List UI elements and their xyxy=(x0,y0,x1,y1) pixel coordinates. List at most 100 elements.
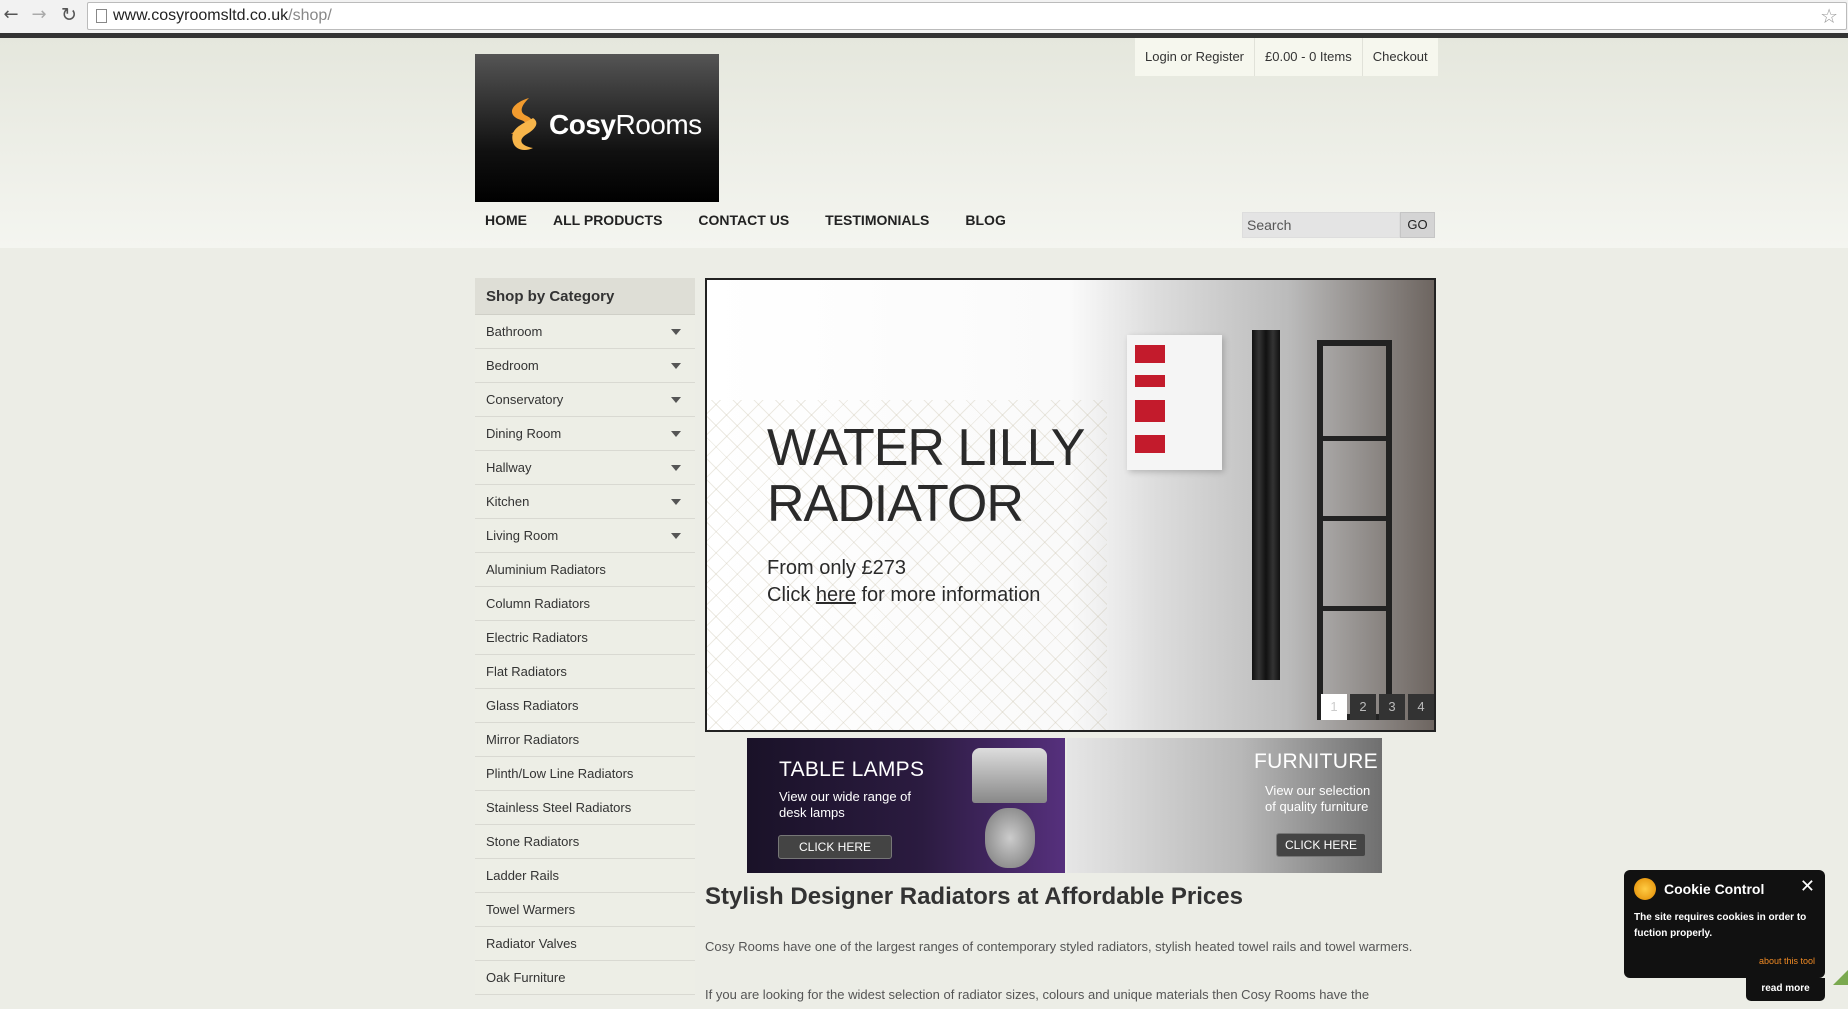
category-label: Towel Warmers xyxy=(486,902,576,917)
chevron-down-icon[interactable] xyxy=(671,431,681,437)
address-bar[interactable]: www.cosyroomsltd.co.uk/shop/ ☆ xyxy=(87,2,1847,30)
cookie-message: The site requires cookies in order to fu… xyxy=(1634,912,1807,939)
promo-furniture-button[interactable]: CLICK HERE xyxy=(1276,833,1366,857)
banner-shelf-image xyxy=(1317,340,1392,720)
category-item[interactable]: Living Room xyxy=(475,519,695,553)
nav-all-products[interactable]: ALL PRODUCTS xyxy=(543,212,662,228)
search-input[interactable]: Search xyxy=(1242,212,1400,238)
sidebar-title: Shop by Category xyxy=(475,278,695,315)
category-item[interactable]: Dining Room xyxy=(475,417,695,451)
banner-title: WATER LILLY RADIATOR xyxy=(767,419,1085,533)
category-label: Oak Furniture xyxy=(486,970,566,985)
category-item[interactable]: Flat Radiators xyxy=(475,655,695,689)
main-navigation: HOME ALL PRODUCTS CONTACT US TESTIMONIAL… xyxy=(475,212,1032,228)
back-arrow-icon[interactable]: ← xyxy=(0,4,22,26)
category-item[interactable]: Electric Radiators xyxy=(475,621,695,655)
corner-decoration xyxy=(1833,970,1848,985)
forward-arrow-icon[interactable]: → xyxy=(28,4,50,26)
category-label: Aluminium Radiators xyxy=(486,562,606,577)
nav-contact-us[interactable]: CONTACT US xyxy=(688,212,789,228)
category-label: Kitchen xyxy=(486,494,530,509)
browser-toolbar: ← → ↻ www.cosyroomsltd.co.uk/shop/ ☆ xyxy=(0,0,1848,34)
nav-home[interactable]: HOME xyxy=(475,212,527,228)
category-item[interactable]: Hallway xyxy=(475,451,695,485)
chevron-down-icon[interactable] xyxy=(671,465,681,471)
page-heading: Stylish Designer Radiators at Affordable… xyxy=(705,883,1243,910)
category-item[interactable]: Stone Radiators xyxy=(475,825,695,859)
category-item[interactable]: Stainless Steel Radiators xyxy=(475,791,695,825)
chevron-down-icon[interactable] xyxy=(671,329,681,335)
cookie-title: Cookie Control xyxy=(1664,881,1765,897)
chevron-down-icon[interactable] xyxy=(671,397,681,403)
category-label: Radiator Valves xyxy=(486,936,577,951)
flame-logo-icon xyxy=(511,98,537,150)
search-go-button[interactable]: GO xyxy=(1400,212,1435,238)
category-label: Conservatory xyxy=(486,392,564,407)
category-label: Bedroom xyxy=(486,358,539,373)
cookie-icon xyxy=(1634,878,1656,900)
intro-paragraph: Cosy Rooms have one of the largest range… xyxy=(705,939,1413,954)
promo-lamps-button[interactable]: CLICK HERE xyxy=(778,835,892,859)
category-item[interactable]: Ladder Rails xyxy=(475,859,695,893)
promo-furniture-text: View our selection of quality furniture xyxy=(1265,783,1371,814)
category-label: Stainless Steel Radiators xyxy=(486,800,632,815)
category-label: Column Radiators xyxy=(486,596,591,611)
reload-icon[interactable]: ↻ xyxy=(58,4,80,26)
category-label: Plinth/Low Line Radiators xyxy=(486,766,634,781)
promo-furniture[interactable]: FURNITURE View our selection of quality … xyxy=(1067,738,1382,873)
category-label: Flat Radiators xyxy=(486,664,567,679)
nav-blog[interactable]: BLOG xyxy=(955,212,1005,228)
second-paragraph: If you are looking for the widest select… xyxy=(705,987,1370,1002)
cart-summary-link[interactable]: £0.00 - 0 Items xyxy=(1255,38,1363,76)
slider-pagination: 1 2 3 4 xyxy=(1318,694,1434,720)
cookie-control-panel: Cookie Control ✕ The site requires cooki… xyxy=(1624,870,1825,978)
site-logo[interactable]: CosyRooms xyxy=(475,54,719,202)
promo-lamps-heading: TABLE LAMPS xyxy=(779,758,925,781)
slide-dot-4[interactable]: 4 xyxy=(1408,694,1434,720)
slide-dot-2[interactable]: 2 xyxy=(1350,694,1376,720)
category-item[interactable]: Radiator Valves xyxy=(475,927,695,961)
category-item[interactable]: Column Radiators xyxy=(475,587,695,621)
category-item[interactable]: Mirror Radiators xyxy=(475,723,695,757)
category-label: Bathroom xyxy=(486,324,543,339)
category-item[interactable]: Kitchen xyxy=(475,485,695,519)
category-item[interactable]: Plinth/Low Line Radiators xyxy=(475,757,695,791)
slide-dot-3[interactable]: 3 xyxy=(1379,694,1405,720)
url-host: www.cosyroomsltd.co.uk xyxy=(113,7,289,24)
checkout-link[interactable]: Checkout xyxy=(1363,38,1438,76)
promo-table-lamps[interactable]: TABLE LAMPS View our wide range of desk … xyxy=(747,738,1065,873)
banner-price: From only £273 xyxy=(767,557,906,579)
lamp-image xyxy=(972,748,1047,803)
cookie-read-more-button[interactable]: read more xyxy=(1746,978,1825,1001)
category-item[interactable]: Oak Furniture xyxy=(475,961,695,995)
cookie-about-link[interactable]: about this tool xyxy=(1759,956,1815,966)
chevron-down-icon[interactable] xyxy=(671,363,681,369)
chevron-down-icon[interactable] xyxy=(671,499,681,505)
category-label: Electric Radiators xyxy=(486,630,588,645)
category-label: Hallway xyxy=(486,460,532,475)
slide-dot-1[interactable]: 1 xyxy=(1321,694,1347,720)
bookmark-star-icon[interactable]: ☆ xyxy=(1820,3,1838,29)
category-item[interactable]: Towel Warmers xyxy=(475,893,695,927)
banner-here-link[interactable]: here xyxy=(816,584,856,606)
nav-testimonials[interactable]: TESTIMONIALS xyxy=(815,212,929,228)
category-label: Glass Radiators xyxy=(486,698,579,713)
close-icon[interactable]: ✕ xyxy=(1800,876,1815,897)
promo-lamps-text: View our wide range of desk lamps xyxy=(779,789,912,820)
category-item[interactable]: Glass Radiators xyxy=(475,689,695,723)
category-label: Dining Room xyxy=(486,426,562,441)
banner-subtitle: From only £273 Click here for more infor… xyxy=(767,557,1041,606)
page-icon xyxy=(96,9,107,23)
banner-cabinet-image xyxy=(1127,335,1222,470)
url-path: /shop/ xyxy=(288,7,332,24)
chevron-down-icon[interactable] xyxy=(671,533,681,539)
category-label: Ladder Rails xyxy=(486,868,559,883)
category-item[interactable]: Aluminium Radiators xyxy=(475,553,695,587)
category-sidebar: Shop by Category Bathroom Bedroom Conserva… xyxy=(475,278,695,995)
category-item[interactable]: Bathroom xyxy=(475,315,695,349)
category-item[interactable]: Conservatory xyxy=(475,383,695,417)
login-register-link[interactable]: Login or Register xyxy=(1135,38,1255,76)
hero-banner[interactable]: WATER LILLY RADIATOR From only £273 Clic… xyxy=(705,278,1436,732)
category-label: Stone Radiators xyxy=(486,834,580,849)
category-item[interactable]: Bedroom xyxy=(475,349,695,383)
